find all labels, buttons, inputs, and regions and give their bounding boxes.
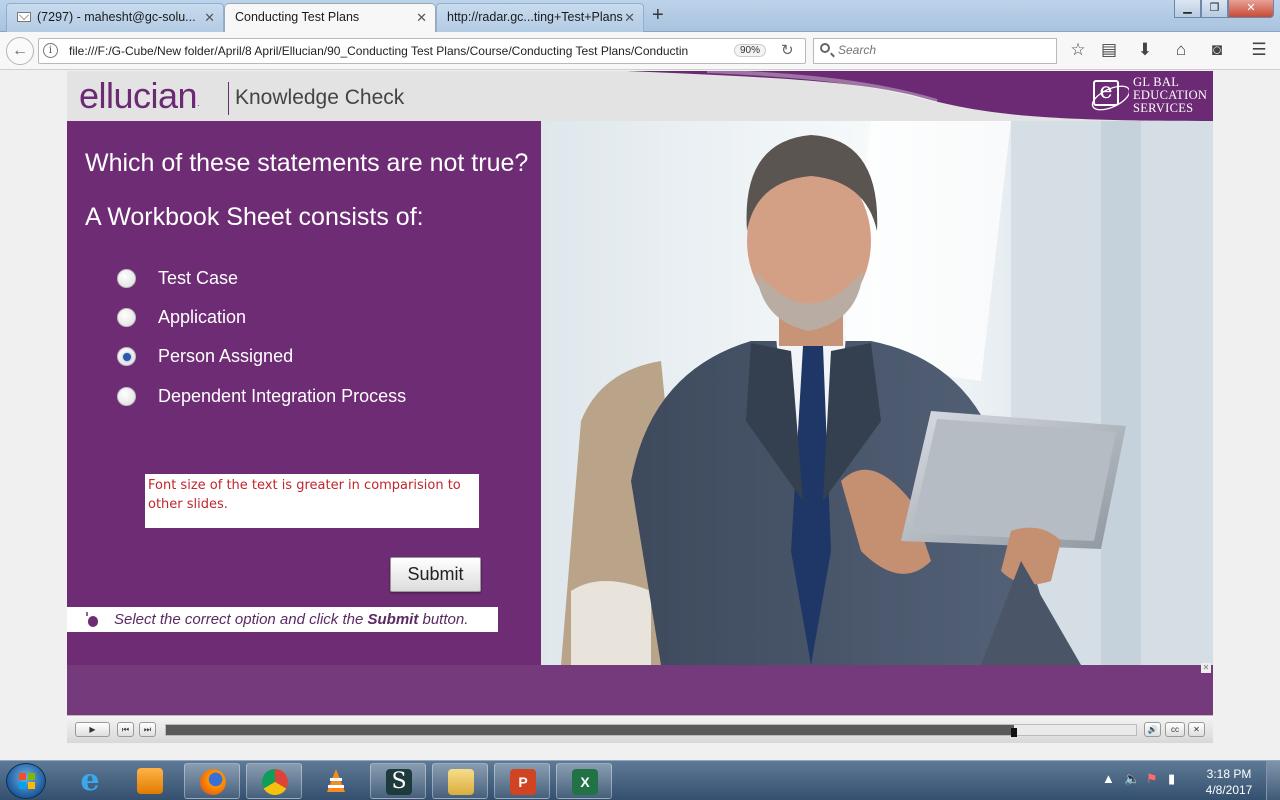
instruction-prefix: Select the correct option and click the — [114, 611, 368, 628]
address-bar[interactable]: i file:///F:/G-Cube/New folder/April/8 A… — [38, 38, 806, 64]
question-text: Which of these statements are not true? — [85, 149, 529, 177]
course-header: ellucian. Knowledge Check e GL BAL EDUCA… — [67, 71, 1213, 121]
new-tab-button[interactable]: + — [652, 4, 664, 27]
volume-button[interactable]: 🔊 — [1144, 722, 1161, 737]
option-label[interactable]: Dependent Integration Process — [158, 386, 406, 407]
show-desktop-button[interactable] — [1266, 761, 1280, 800]
review-comment-box[interactable]: Font size of the text is greater in comp… — [145, 474, 479, 528]
close-icon[interactable]: ✕ — [624, 10, 635, 26]
menu-icon[interactable]: ☰ — [1248, 40, 1270, 60]
closed-captions-button[interactable]: cc — [1165, 722, 1185, 737]
window-close-button[interactable]: ✕ — [1228, 0, 1274, 18]
previous-button[interactable]: ⏮ — [117, 722, 134, 737]
instruction-suffix: button. — [418, 611, 469, 628]
course-player: ellucian. Knowledge Check e GL BAL EDUCA… — [67, 71, 1213, 743]
start-button[interactable] — [6, 763, 46, 799]
clock-date: 4/8/2017 — [1205, 783, 1253, 797]
navigation-toolbar: ← i file:///F:/G-Cube/New folder/April/8… — [0, 32, 1280, 70]
quiz-panel: Which of these statements are not true? … — [67, 121, 541, 665]
info-icon[interactable]: i — [43, 43, 58, 58]
progress-seekbar[interactable] — [165, 724, 1137, 737]
brand-mark: . — [197, 98, 200, 108]
vlc-cone-icon — [327, 769, 345, 792]
browser-tab-bar: (7297) - mahesht@gc-solu... ✕ Conducting… — [0, 0, 1280, 33]
home-icon[interactable]: ⌂ — [1170, 40, 1192, 60]
windows-logo-icon — [19, 773, 35, 789]
windows-taskbar: e S P X ▲ 🔈 ⚑ ▮ 3:18 PM 4/8/2017 — [0, 760, 1280, 800]
url-text[interactable]: file:///F:/G-Cube/New folder/April/8 Apr… — [69, 44, 688, 58]
next-button[interactable]: ⏭ — [139, 722, 156, 737]
option-label[interactable]: Test Case — [158, 268, 238, 289]
radio-button[interactable] — [117, 308, 136, 327]
firefox-icon[interactable] — [184, 763, 240, 799]
signal-icon[interactable]: ▮ — [1168, 771, 1175, 787]
progress-fill — [166, 725, 1014, 735]
reload-icon[interactable]: ↻ — [781, 41, 794, 59]
option-label[interactable]: Person Assigned — [158, 346, 293, 367]
search-icon — [820, 43, 830, 53]
businessman-with-tablet-photo — [541, 121, 1213, 665]
ellucian-logo: ellucian. — [79, 75, 200, 117]
internet-explorer-icon[interactable]: e — [62, 763, 118, 799]
pocket-icon[interactable]: ◙ — [1206, 40, 1228, 60]
tab-conducting-test-plans[interactable]: Conducting Test Plans ✕ — [224, 3, 436, 33]
minimize-button[interactable]: ▁ — [1174, 0, 1201, 18]
exit-button[interactable]: ✕ — [1188, 722, 1205, 737]
close-icon[interactable]: ✕ — [1201, 663, 1211, 673]
question-subtext: A Workbook Sheet consists of: — [85, 203, 424, 231]
tab-radar[interactable]: http://radar.gc...ting+Test+Plans ✕ — [436, 3, 644, 32]
system-tray: ▲ 🔈 ⚑ ▮ — [1098, 767, 1188, 795]
player-footer-band: ✕ — [67, 663, 1213, 715]
download-icon[interactable]: ⬇ — [1134, 40, 1156, 60]
back-button[interactable]: ← — [6, 37, 34, 65]
file-explorer-icon[interactable] — [432, 763, 488, 799]
page-title: Knowledge Check — [235, 86, 405, 109]
player-controls: ▶ ⏮ ⏭ 🔊 cc ✕ — [67, 715, 1213, 743]
speaker-icon[interactable]: 🔈 — [1124, 771, 1140, 787]
tab-mail-title: (7297) - mahesht@gc-solu... — [37, 10, 196, 24]
instruction-text: Select the correct option and click the … — [114, 611, 468, 628]
clock-time: 3:18 PM — [1206, 767, 1252, 781]
close-icon[interactable]: ✕ — [416, 10, 427, 26]
global-education-services-logo: e GL BAL EDUCATION SERVICES — [1089, 74, 1209, 118]
search-input[interactable] — [838, 43, 1048, 57]
tab-active-title: Conducting Test Plans — [235, 10, 360, 24]
brand-text: ellucian — [79, 75, 198, 116]
search-box[interactable] — [813, 38, 1057, 64]
network-error-icon[interactable]: ⚑ — [1146, 771, 1158, 787]
logo-line-3: SERVICES — [1133, 101, 1194, 115]
snagit-icon[interactable]: S — [370, 763, 426, 799]
submit-button[interactable]: Submit — [390, 557, 481, 592]
chrome-icon[interactable] — [246, 763, 302, 799]
logo-orbit — [1091, 85, 1129, 111]
powerpoint-icon[interactable]: P — [494, 763, 550, 799]
bookmark-star-icon[interactable]: ☆ — [1067, 40, 1089, 60]
show-hidden-icons-icon[interactable]: ▲ — [1102, 771, 1115, 786]
radio-button[interactable] — [117, 387, 136, 406]
mail-icon — [17, 12, 31, 22]
photo-illustration — [541, 121, 1213, 665]
restore-button[interactable]: ❐ — [1201, 0, 1228, 18]
radio-button[interactable] — [117, 269, 136, 288]
instruction-bold: Submit — [367, 611, 419, 628]
logo-text: GL BAL EDUCATION SERVICES — [1133, 76, 1207, 115]
media-player-icon[interactable] — [122, 763, 178, 799]
instruction-bar: Select the correct option and click the … — [67, 607, 498, 632]
header-divider — [228, 82, 229, 115]
vlc-icon[interactable] — [308, 763, 364, 799]
system-clock[interactable]: 3:18 PM 4/8/2017 — [1198, 766, 1260, 798]
progress-thumb[interactable] — [1010, 728, 1017, 737]
zoom-indicator[interactable]: 90% — [734, 44, 767, 57]
option-label[interactable]: Application — [158, 307, 246, 328]
close-icon[interactable]: ✕ — [204, 10, 215, 26]
radio-button-selected[interactable] — [117, 347, 136, 366]
mouse-icon — [86, 612, 98, 627]
play-button[interactable]: ▶ — [75, 722, 110, 737]
reading-list-icon[interactable]: ▤ — [1098, 40, 1120, 60]
tab-radar-title: http://radar.gc...ting+Test+Plans — [447, 10, 623, 24]
excel-icon[interactable]: X — [556, 763, 612, 799]
tab-mail[interactable]: (7297) - mahesht@gc-solu... ✕ — [6, 3, 224, 32]
